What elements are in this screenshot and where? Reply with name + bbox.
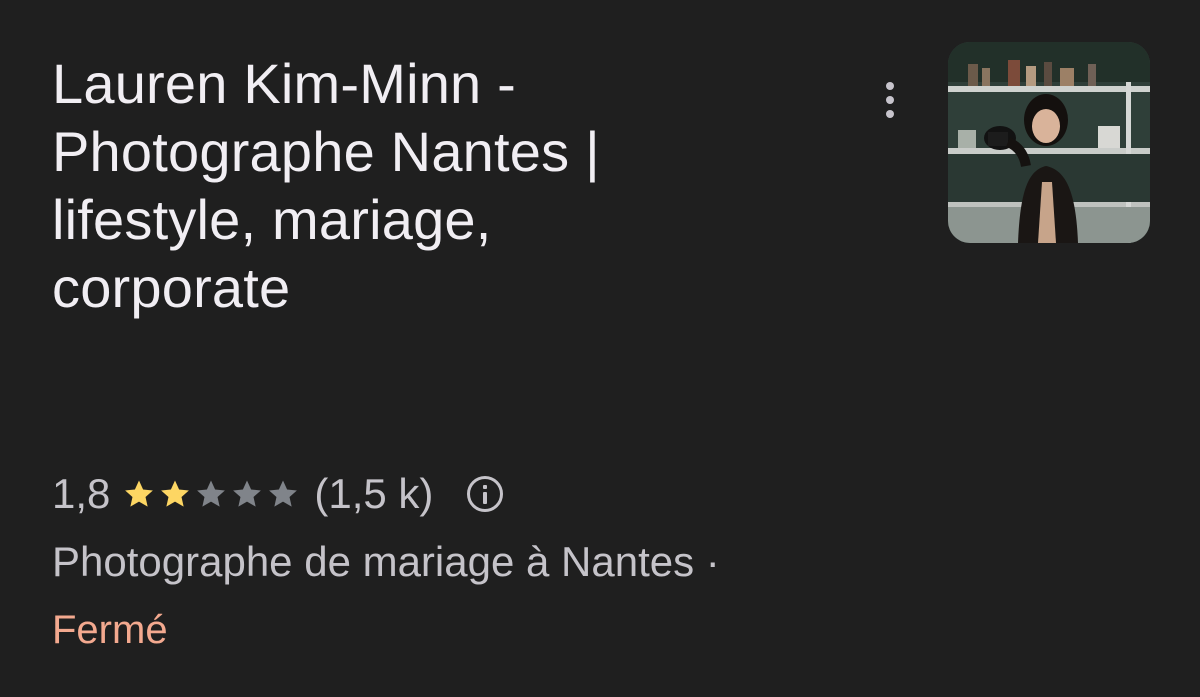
open-status: Fermé <box>52 608 168 652</box>
business-listing-card[interactable]: Lauren Kim-Minn - Photographe Nantes | l… <box>0 0 1200 697</box>
title-line-1: Lauren Kim-Minn - <box>52 52 517 115</box>
title-line-2: Photographe Nantes | <box>52 120 600 183</box>
title-line-4: corporate <box>52 256 291 319</box>
star-filled-icon <box>161 480 190 507</box>
star-empty-icon <box>233 480 262 507</box>
business-photo-thumbnail[interactable] <box>948 42 1150 243</box>
star-rating <box>122 477 300 511</box>
title-line-3: lifestyle, mariage, <box>52 188 492 251</box>
rating-value: 1,8 <box>52 470 111 517</box>
menu-dot <box>886 82 894 90</box>
rating-row: 1,8 (1,5 k) <box>52 466 504 522</box>
menu-dot <box>886 96 894 104</box>
review-count[interactable]: (1,5 k) <box>314 470 433 518</box>
star-empty-icon <box>197 480 226 507</box>
business-category: Photographe de mariage à Nantes · <box>52 538 720 585</box>
star-empty-icon <box>269 480 298 507</box>
info-icon[interactable] <box>467 476 504 512</box>
photo-illustration <box>948 42 1150 243</box>
business-title[interactable]: Lauren Kim-Minn - Photographe Nantes | l… <box>52 50 852 322</box>
more-options-icon[interactable] <box>870 78 910 122</box>
menu-dot <box>886 110 894 118</box>
star-filled-icon <box>125 480 154 507</box>
